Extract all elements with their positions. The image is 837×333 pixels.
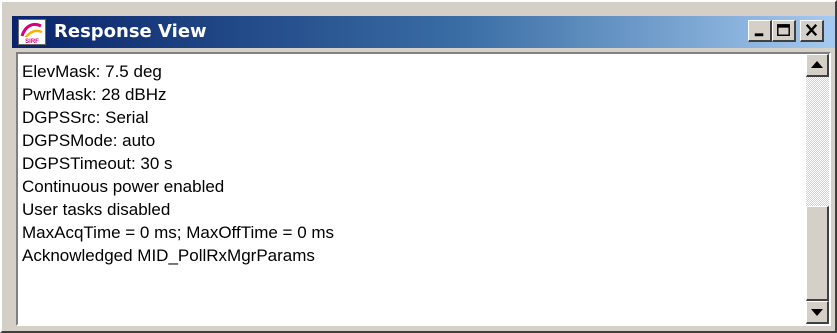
log-line: DGPSMode: auto <box>22 131 156 150</box>
scroll-up-arrow-icon <box>811 61 823 68</box>
window-title: Response View <box>54 21 207 42</box>
minimize-icon <box>754 33 764 37</box>
scrollbar-thumb[interactable] <box>806 206 829 301</box>
log-line: Continuous power enabled <box>22 177 225 196</box>
log-line: DGPSTimeout: 30 s <box>22 154 173 173</box>
log-line: User tasks disabled <box>22 200 171 219</box>
log-line: ElevMask: 7.5 deg <box>22 62 162 81</box>
log-line: PwrMask: 28 dBHz <box>22 85 167 104</box>
scroll-up-button[interactable] <box>806 54 829 77</box>
vertical-scrollbar[interactable] <box>806 54 829 324</box>
response-text-panel[interactable]: ElevMask: 7.5 deg PwrMask: 28 dBHz DGPSS… <box>16 52 831 326</box>
title-bar[interactable]: SIRF Response View <box>12 16 835 48</box>
log-line: MaxAcqTime = 0 ms; MaxOffTime = 0 ms <box>22 223 335 242</box>
maximize-icon <box>777 24 790 36</box>
close-button[interactable] <box>800 20 824 42</box>
svg-text:SIRF: SIRF <box>25 39 39 44</box>
log-line: Acknowledged MID_PollRxMgrParams <box>22 246 315 265</box>
scroll-down-button[interactable] <box>806 301 829 324</box>
response-view-window: SIRF Response View ElevMask: 7.5 deg Pwr… <box>0 0 837 333</box>
minimize-button[interactable] <box>748 20 772 42</box>
close-icon <box>805 24 818 37</box>
response-log[interactable]: ElevMask: 7.5 deg PwrMask: 28 dBHz DGPSS… <box>22 60 800 322</box>
sirf-app-icon: SIRF <box>18 19 46 45</box>
scroll-down-arrow-icon <box>811 309 823 316</box>
maximize-button[interactable] <box>772 20 796 42</box>
log-line: DGPSSrc: Serial <box>22 108 149 127</box>
